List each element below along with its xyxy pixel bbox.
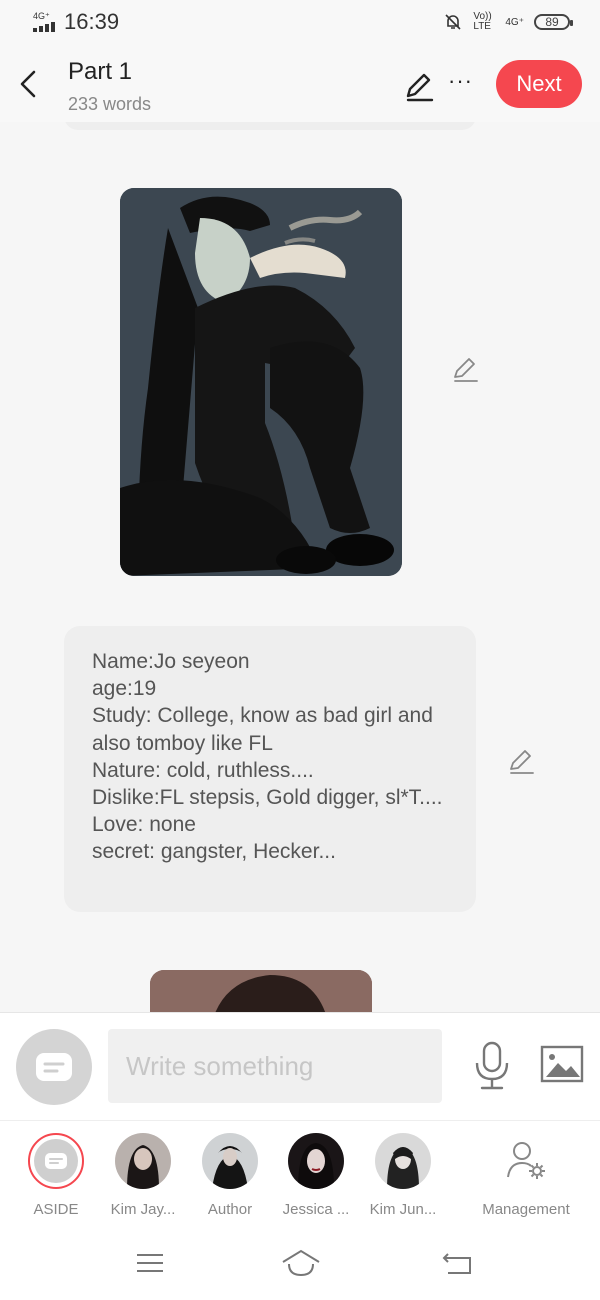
network-label: 4G⁺ — [33, 11, 50, 21]
back-button[interactable] — [14, 64, 42, 104]
text-line: age:19 — [92, 677, 157, 701]
previous-block[interactable] — [64, 122, 476, 130]
battery-icon: 89 — [534, 14, 573, 30]
back-arrow-icon — [20, 70, 36, 98]
character-label: Jessica ... — [282, 1201, 350, 1218]
character-kim-jay[interactable]: Kim Jay... — [103, 1133, 183, 1218]
pencil-icon — [406, 73, 434, 102]
edit-title-button[interactable] — [402, 70, 436, 104]
next-button[interactable]: Next — [496, 60, 582, 108]
editor-header: Part 1 233 words ··· Next — [0, 46, 600, 122]
character-aside[interactable]: ASIDE — [16, 1133, 96, 1218]
character-label: Author — [207, 1201, 253, 1218]
system-nav-bar — [0, 1230, 600, 1300]
clock: 16:39 — [64, 9, 120, 34]
home-button[interactable] — [281, 1248, 321, 1278]
character-management[interactable]: Management — [476, 1133, 576, 1218]
next-image-block[interactable] — [150, 970, 372, 1012]
character-image[interactable] — [120, 188, 402, 576]
menu-icon — [137, 1254, 163, 1272]
back-icon — [442, 1253, 471, 1274]
character-author[interactable]: Author — [190, 1133, 270, 1218]
character-label: ASIDE — [33, 1201, 79, 1218]
word-count: 233 words — [68, 94, 152, 114]
text-line: Study: College, know as bad girl and als… — [92, 704, 439, 755]
character-kim-jun[interactable]: Kim Jun... — [363, 1133, 443, 1218]
part-title[interactable]: Part 1 — [68, 58, 132, 86]
microphone-icon — [475, 1041, 509, 1090]
voice-button[interactable] — [470, 1041, 514, 1091]
pencil-icon — [454, 358, 478, 382]
write-input[interactable] — [108, 1029, 442, 1103]
character-label: Management — [482, 1201, 570, 1218]
mute-bell-icon — [445, 14, 461, 30]
text-line: Nature: cold, ruthless.... — [92, 758, 314, 782]
management-icon — [498, 1133, 554, 1189]
network-right-label: 4G⁺ — [505, 16, 524, 28]
edit-text-button[interactable] — [506, 746, 536, 776]
text-line: Dislike:FL stepsis, Gold digger, sl*T...… — [92, 786, 443, 810]
text-line: Name:Jo seyeon — [92, 650, 250, 673]
aside-chat-icon — [45, 1153, 67, 1169]
character-label: Kim Jay... — [110, 1201, 176, 1218]
image-icon — [540, 1045, 584, 1083]
avatar — [375, 1133, 431, 1189]
aside-avatar — [28, 1133, 84, 1189]
volte-label: Vo)) LTE — [473, 11, 492, 32]
compose-bar — [0, 1012, 600, 1121]
aside-toggle-button[interactable] — [16, 1029, 92, 1105]
home-icon — [282, 1249, 320, 1277]
illustration — [150, 970, 372, 1012]
insert-image-button[interactable] — [540, 1045, 584, 1085]
avatar — [288, 1133, 344, 1189]
aside-chat-icon — [36, 1053, 72, 1081]
story-content[interactable]: Name:Jo seyeon age:19 Study: College, kn… — [0, 122, 600, 1012]
avatar — [115, 1133, 171, 1189]
text-block[interactable]: Name:Jo seyeon age:19 Study: College, kn… — [64, 626, 476, 912]
text-line: Love: none — [92, 813, 196, 837]
pencil-icon — [510, 750, 534, 774]
signal-icon — [33, 22, 57, 32]
character-jessica[interactable]: Jessica ... — [276, 1133, 356, 1218]
menu-button[interactable] — [133, 1248, 167, 1278]
character-label: Kim Jun... — [369, 1201, 437, 1218]
more-icon[interactable]: ··· — [448, 68, 473, 94]
edit-image-button[interactable] — [450, 354, 480, 384]
illustration — [120, 188, 402, 576]
character-bar: ASIDE Kim Jay... Author Jessica ... Kim … — [0, 1120, 600, 1231]
avatar — [202, 1133, 258, 1189]
text-line: secret: gangster, Hecker... — [92, 840, 336, 864]
status-bar: 4G⁺ 16:39 Vo)) LTE 4G⁺ 89 — [0, 0, 600, 46]
back-nav-button[interactable] — [440, 1248, 474, 1278]
battery-level: 89 — [545, 15, 559, 29]
